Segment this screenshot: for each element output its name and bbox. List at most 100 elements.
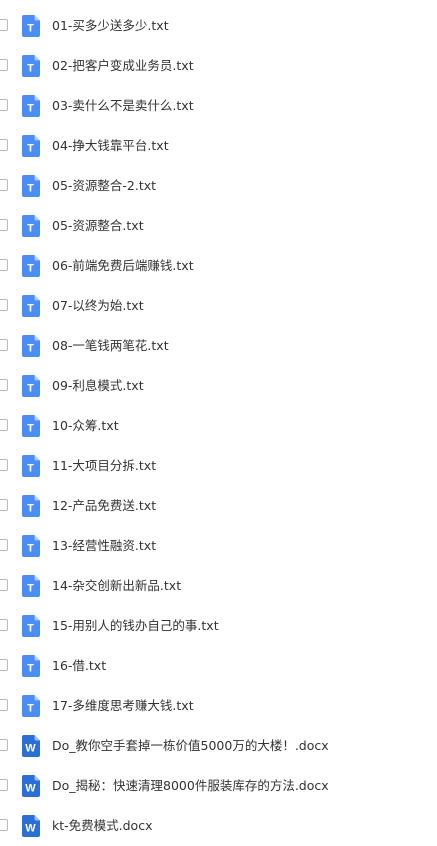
file-checkbox[interactable] (0, 379, 8, 391)
file-name[interactable]: 03-卖什么不是卖什么.txt (52, 86, 194, 126)
file-checkbox[interactable] (0, 779, 8, 791)
txt-file-icon: T (22, 615, 40, 637)
file-checkbox[interactable] (0, 539, 8, 551)
file-name[interactable]: Do_教你空手套掉一栋价值5000万的大楼！.docx (52, 726, 329, 766)
svg-text:T: T (27, 183, 34, 195)
svg-text:T: T (27, 583, 34, 595)
txt-file-icon: T (22, 655, 40, 677)
svg-text:W: W (25, 823, 36, 835)
file-name[interactable]: 15-用别人的钱办自己的事.txt (52, 606, 219, 646)
txt-file-icon: T (22, 415, 40, 437)
file-row[interactable]: T 04-挣大钱靠平台.txt (0, 126, 437, 166)
file-name[interactable]: 10-众筹.txt (52, 406, 119, 446)
txt-file-icon: T (22, 495, 40, 517)
svg-text:T: T (27, 343, 34, 355)
file-row[interactable]: T 15-用别人的钱办自己的事.txt (0, 606, 437, 646)
file-row[interactable]: T 06-前端免费后端赚钱.txt (0, 246, 437, 286)
file-name[interactable]: 02-把客户变成业务员.txt (52, 46, 194, 86)
svg-text:T: T (27, 143, 34, 155)
file-checkbox[interactable] (0, 139, 8, 151)
txt-file-icon: T (22, 375, 40, 397)
svg-text:T: T (27, 223, 34, 235)
svg-text:T: T (27, 423, 34, 435)
txt-file-icon: T (22, 295, 40, 317)
svg-text:T: T (27, 383, 34, 395)
file-row[interactable]: T 01-买多少送多少.txt (0, 6, 437, 46)
word-file-icon: W (22, 735, 40, 757)
txt-file-icon: T (22, 95, 40, 117)
file-checkbox[interactable] (0, 419, 8, 431)
file-checkbox[interactable] (0, 739, 8, 751)
file-name[interactable]: 05-资源整合.txt (52, 206, 144, 246)
svg-text:T: T (27, 63, 34, 75)
file-checkbox[interactable] (0, 19, 8, 31)
txt-file-icon: T (22, 215, 40, 237)
file-name[interactable]: 09-利息模式.txt (52, 366, 144, 406)
file-row[interactable]: T 05-资源整合-2.txt (0, 166, 437, 206)
file-row[interactable]: T 12-产品免费送.txt (0, 486, 437, 526)
file-name[interactable]: 05-资源整合-2.txt (52, 166, 156, 206)
file-row[interactable]: T 03-卖什么不是卖什么.txt (0, 86, 437, 126)
txt-file-icon: T (22, 15, 40, 37)
txt-file-icon: T (22, 55, 40, 77)
txt-file-icon: T (22, 535, 40, 557)
file-checkbox[interactable] (0, 99, 8, 111)
file-checkbox[interactable] (0, 659, 8, 671)
file-row[interactable]: T 05-资源整合.txt (0, 206, 437, 246)
file-checkbox[interactable] (0, 179, 8, 191)
file-checkbox[interactable] (0, 619, 8, 631)
file-name[interactable]: 11-大项目分拆.txt (52, 446, 156, 486)
file-name[interactable]: 06-前端免费后端赚钱.txt (52, 246, 194, 286)
word-file-icon: W (22, 815, 40, 837)
txt-file-icon: T (22, 575, 40, 597)
svg-text:T: T (27, 543, 34, 555)
file-checkbox[interactable] (0, 219, 8, 231)
txt-file-icon: T (22, 135, 40, 157)
txt-file-icon: T (22, 175, 40, 197)
file-name[interactable]: 14-杂交创新出新品.txt (52, 566, 181, 606)
file-checkbox[interactable] (0, 339, 8, 351)
file-row[interactable]: T 02-把客户变成业务员.txt (0, 46, 437, 86)
txt-file-icon: T (22, 455, 40, 477)
file-row[interactable]: T 14-杂交创新出新品.txt (0, 566, 437, 606)
svg-text:T: T (27, 303, 34, 315)
file-row[interactable]: T 13-经营性融资.txt (0, 526, 437, 566)
file-checkbox[interactable] (0, 59, 8, 71)
svg-text:T: T (27, 623, 34, 635)
file-checkbox[interactable] (0, 259, 8, 271)
svg-text:T: T (27, 463, 34, 475)
file-name[interactable]: 17-多维度思考赚大钱.txt (52, 686, 194, 726)
file-row[interactable]: T 09-利息模式.txt (0, 366, 437, 406)
file-row[interactable]: T 16-借.txt (0, 646, 437, 686)
file-row[interactable]: T 17-多维度思考赚大钱.txt (0, 686, 437, 726)
file-checkbox[interactable] (0, 579, 8, 591)
file-name[interactable]: 01-买多少送多少.txt (52, 6, 169, 46)
file-row[interactable]: T 08-一笔钱两笔花.txt (0, 326, 437, 366)
file-row[interactable]: T 11-大项目分拆.txt (0, 446, 437, 486)
file-checkbox[interactable] (0, 499, 8, 511)
file-checkbox[interactable] (0, 819, 8, 831)
svg-text:T: T (27, 503, 34, 515)
file-row[interactable]: W Do_揭秘：快速清理8000件服装库存的方法.docx (0, 766, 437, 806)
file-name[interactable]: 08-一笔钱两笔花.txt (52, 326, 169, 366)
svg-text:T: T (27, 703, 34, 715)
svg-text:T: T (27, 103, 34, 115)
file-checkbox[interactable] (0, 299, 8, 311)
file-checkbox[interactable] (0, 699, 8, 711)
svg-text:W: W (25, 783, 36, 795)
file-row[interactable]: W Do_教你空手套掉一栋价值5000万的大楼！.docx (0, 726, 437, 766)
txt-file-icon: T (22, 335, 40, 357)
file-name[interactable]: 16-借.txt (52, 646, 106, 686)
file-name[interactable]: 13-经营性融资.txt (52, 526, 156, 566)
file-name[interactable]: 04-挣大钱靠平台.txt (52, 126, 169, 166)
file-name[interactable]: 07-以终为始.txt (52, 286, 144, 326)
file-row[interactable]: T 07-以终为始.txt (0, 286, 437, 326)
file-name[interactable]: kt-免费模式.docx (52, 806, 152, 846)
svg-text:T: T (27, 263, 34, 275)
file-checkbox[interactable] (0, 459, 8, 471)
file-row[interactable]: T 10-众筹.txt (0, 406, 437, 446)
svg-text:T: T (27, 663, 34, 675)
file-row[interactable]: Wkt-免费模式.docx (0, 806, 437, 846)
file-name[interactable]: 12-产品免费送.txt (52, 486, 156, 526)
file-name[interactable]: Do_揭秘：快速清理8000件服装库存的方法.docx (52, 766, 329, 806)
